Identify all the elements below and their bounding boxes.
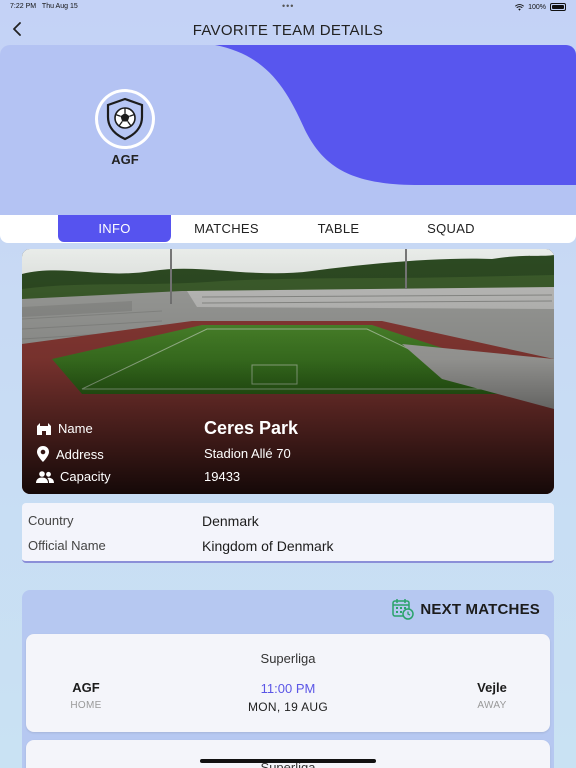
status-bar: 7:22 PM Thu Aug 15 ••• 100% — [0, 0, 576, 14]
wifi-icon — [515, 3, 525, 11]
people-icon — [36, 470, 54, 483]
stadium-info: Name Ceres Park Address Stadion Allé 70 … — [22, 249, 554, 494]
tab-matches[interactable]: MATCHES — [171, 215, 282, 242]
stadium-address: Stadion Allé 70 — [204, 446, 291, 461]
official-name-value: Kingdom of Denmark — [202, 538, 334, 554]
battery-icon — [550, 3, 566, 11]
tab-table[interactable]: TABLE — [283, 215, 394, 242]
stadium-capacity-label: Capacity — [36, 469, 111, 484]
match-card[interactable]: Superliga — [26, 740, 550, 768]
hero-wave-shape — [215, 45, 576, 185]
nav-bar: FAVORITE TEAM DETAILS — [0, 14, 576, 46]
stadium-card: Name Ceres Park Address Stadion Allé 70 … — [22, 249, 554, 494]
stadium-icon — [37, 422, 51, 435]
next-matches-title: NEXT MATCHES — [420, 600, 540, 618]
country-label: Country — [28, 513, 74, 528]
multitask-dots-icon[interactable]: ••• — [282, 1, 294, 11]
tab-squad-label: SQUAD — [427, 221, 475, 236]
team-name: AGF — [111, 152, 139, 167]
match-league: Superliga — [260, 651, 316, 666]
stadium-name: Ceres Park — [204, 418, 299, 438]
team-logo — [95, 89, 155, 149]
tab-squad[interactable]: SQUAD — [395, 215, 507, 242]
soccer-shield-icon — [106, 97, 144, 141]
stadium-capacity: 19433 — [204, 469, 241, 484]
official-name-label: Official Name — [28, 538, 106, 553]
away-team: Vejle — [477, 680, 507, 695]
stadium-name-label: Name — [36, 421, 93, 436]
name-label-text: Name — [58, 421, 93, 436]
page-title: FAVORITE TEAM DETAILS — [192, 22, 384, 39]
stadium-address-label: Address — [36, 446, 104, 462]
calendar-clock-icon — [392, 599, 415, 620]
tab-table-label: TABLE — [317, 221, 360, 236]
location-pin-icon — [37, 446, 49, 462]
capacity-label-text: Capacity — [60, 469, 111, 484]
away-label: AWAY — [477, 700, 507, 711]
tab-bar: INFO MATCHES TABLE SQUAD — [0, 215, 576, 243]
next-matches-section: NEXT MATCHES Superliga AGF HOME 11:00 PM… — [22, 590, 554, 768]
country-value: Denmark — [202, 513, 259, 529]
home-indicator[interactable] — [200, 759, 376, 763]
status-right: 100% — [515, 3, 566, 11]
address-label-text: Address — [56, 446, 104, 462]
status-time: 7:22 PM Thu Aug 15 — [10, 3, 78, 10]
battery-percent: 100% — [528, 3, 546, 11]
next-matches-header: NEXT MATCHES — [392, 598, 540, 620]
tab-info[interactable]: INFO — [58, 215, 171, 242]
country-card: Country Denmark Official Name Kingdom of… — [22, 503, 554, 563]
team-hero: AGF — [0, 45, 576, 215]
match-card[interactable]: Superliga AGF HOME 11:00 PM MON, 19 AUG … — [26, 634, 550, 732]
tab-matches-label: MATCHES — [194, 221, 259, 236]
tab-info-label: INFO — [98, 221, 131, 236]
